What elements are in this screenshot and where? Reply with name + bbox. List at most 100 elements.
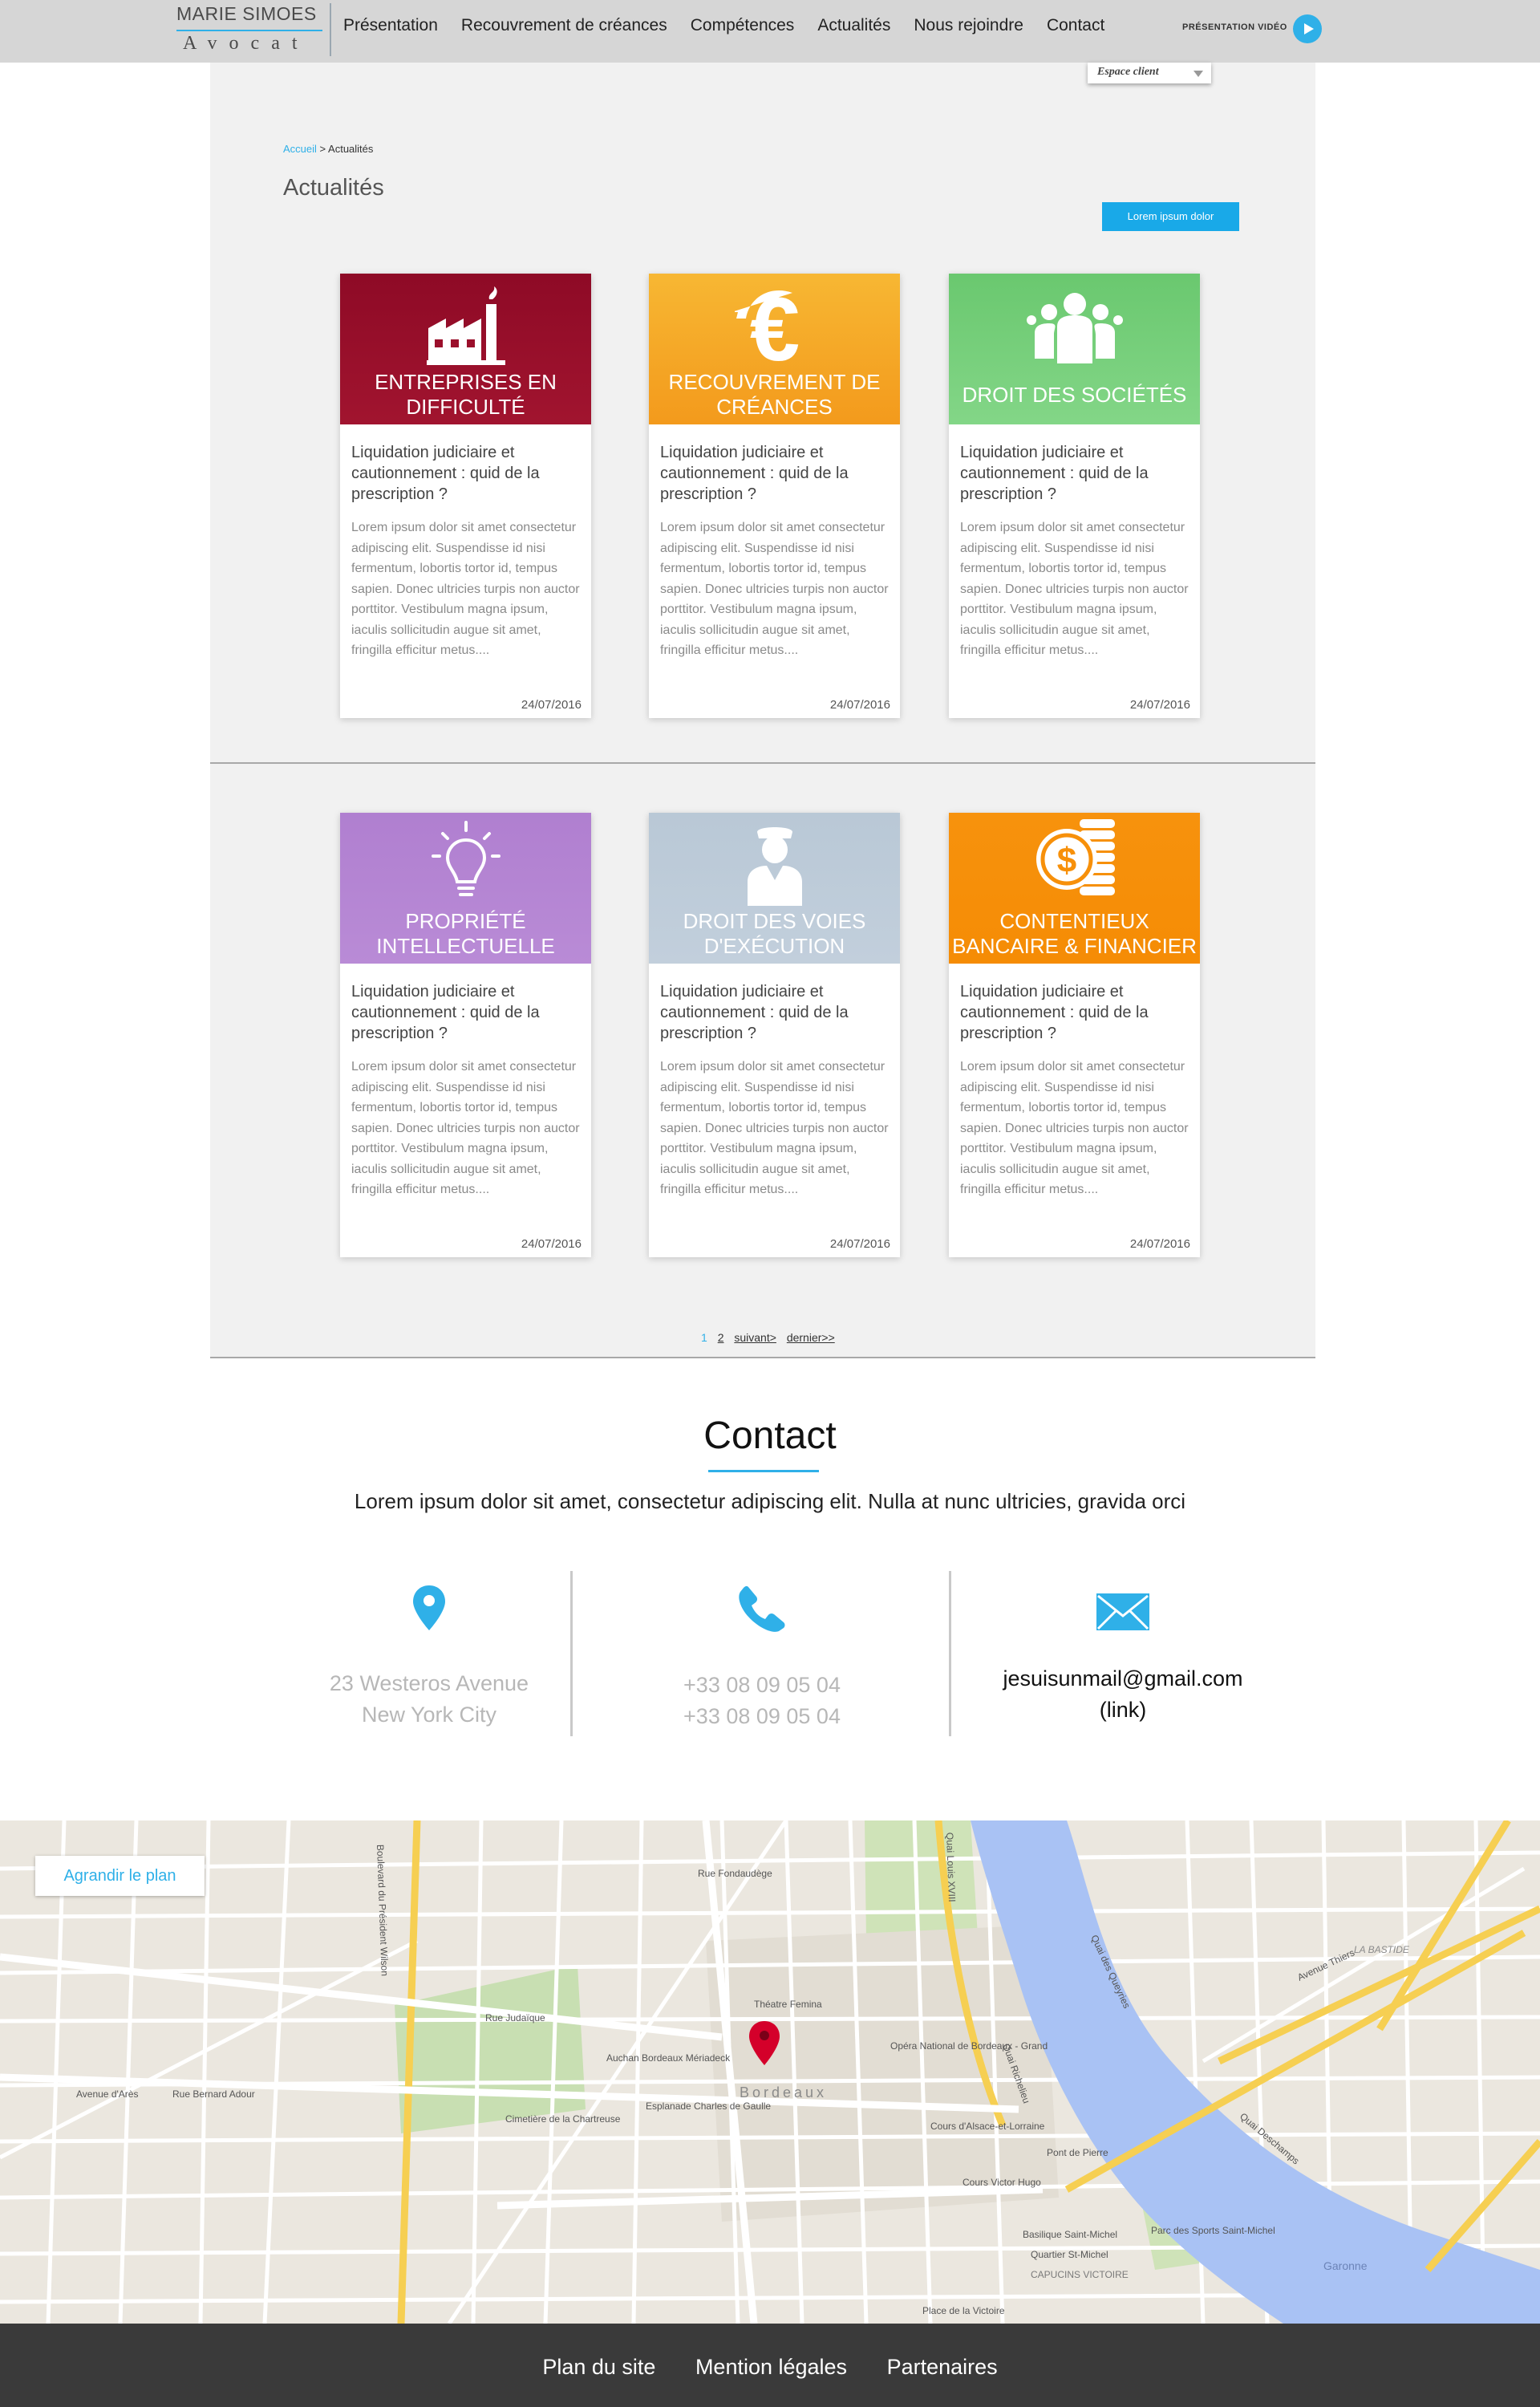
news-card[interactable]: € RECOUVREMENT DE CRÉANCES Liquidation ju…	[649, 274, 900, 718]
card-date: 24/07/2016	[521, 1237, 582, 1251]
nav-item-actualites[interactable]: Actualités	[817, 16, 890, 35]
map-label: Esplanade Charles de Gaulle	[646, 2101, 771, 2112]
news-card[interactable]: DROIT DES SOCIÉTÉS Liquidation judiciair…	[949, 274, 1200, 718]
card-excerpt: Lorem ipsum dolor sit amet consectetur a…	[351, 1060, 580, 1196]
main-nav: Présentation Recouvrement de créances Co…	[343, 16, 1128, 35]
news-card[interactable]: $ CONTENTIEUX BANCAIRE & FINANCIER Liquid…	[949, 813, 1200, 1257]
email-link[interactable]: (link)	[987, 1695, 1259, 1726]
card-title[interactable]: Liquidation judiciaire et cautionnement …	[351, 442, 580, 505]
breadcrumb-home[interactable]: Accueil	[283, 143, 317, 155]
map-label: Parc des Sports Saint-Michel	[1151, 2225, 1275, 2236]
map-label: Quartier St-Michel	[1031, 2249, 1108, 2260]
card-title[interactable]: Liquidation judiciaire et cautionnement …	[960, 442, 1189, 505]
phone-number-1[interactable]: +33 08 09 05 04	[642, 1670, 882, 1701]
breadcrumb-separator: >	[316, 143, 329, 155]
map-label: Théatre Femina	[754, 1999, 822, 2010]
footer-link-partenaires[interactable]: Partenaires	[887, 2355, 998, 2379]
map-label: Rue Fondaudège	[698, 1868, 772, 1879]
news-card[interactable]: DROIT DES VOIES D'EXÉCUTION Liquidation j…	[649, 813, 900, 1257]
card-excerpt: Lorem ipsum dolor sit amet consectetur a…	[960, 1060, 1189, 1196]
card-header: PROPRIÉTÉ INTELLECTUELLE	[340, 813, 591, 964]
breadcrumb: Accueil > Actualités	[283, 143, 373, 155]
card-category: DROIT DES SOCIÉTÉS	[962, 383, 1187, 407]
card-category: ENTREPRISES EN DIFFICULTÉ	[375, 370, 557, 419]
card-category: CONTENTIEUX BANCAIRE & FINANCIER	[952, 909, 1197, 958]
espace-client-dropdown[interactable]: Espace client	[1088, 63, 1211, 83]
map-label: Place de la Victoire	[922, 2305, 1005, 2316]
map-label: Auchan Bordeaux Mériadeck	[606, 2052, 731, 2064]
map[interactable]: Bordeaux Théatre Femina Opéra National d…	[0, 1820, 1540, 2324]
logo-name: MARIE SIMOES	[176, 3, 317, 24]
card-excerpt: Lorem ipsum dolor sit amet consectetur a…	[960, 521, 1189, 657]
card-title[interactable]: Liquidation judiciaire et cautionnement …	[960, 981, 1189, 1044]
video-presentation-link[interactable]: PRÉSENTATION VIDÉO	[1182, 22, 1287, 32]
contact-title-underline	[708, 1470, 819, 1472]
map-canvas[interactable]: Bordeaux Théatre Femina Opéra National d…	[0, 1820, 1540, 2324]
card-excerpt: Lorem ipsum dolor sit amet consectetur a…	[660, 1060, 889, 1196]
card-category: DROIT DES VOIES D'EXÉCUTION	[683, 909, 866, 958]
page-title: Actualités	[283, 175, 384, 201]
card-date: 24/07/2016	[521, 698, 582, 712]
address-line-2: New York City	[361, 1703, 497, 1727]
map-label: Rue Judaïque	[485, 2012, 545, 2023]
nav-item-nous-rejoindre[interactable]: Nous rejoindre	[914, 16, 1023, 35]
map-label: Bordeaux	[740, 2084, 827, 2101]
card-date: 24/07/2016	[1129, 698, 1190, 712]
logo[interactable]: MARIE SIMOES Avocat	[175, 3, 331, 56]
footer-link-mentions-legales[interactable]: Mention légales	[695, 2355, 847, 2379]
news-card[interactable]: PROPRIÉTÉ INTELLECTUELLE Liquidation judi…	[340, 813, 591, 1257]
play-icon[interactable]	[1293, 14, 1322, 43]
contact-tagline: Lorem ipsum dolor sit amet, consectetur …	[354, 1489, 1186, 1513]
top-navigation-bar: MARIE SIMOES Avocat Présentation Recouvr…	[0, 0, 1540, 63]
map-pin-icon	[413, 1585, 445, 1630]
contact-email: jesuisunmail@gmail.com (link)	[987, 1571, 1259, 1736]
card-category: PROPRIÉTÉ INTELLECTUELLE	[376, 909, 555, 958]
last-page-link[interactable]: dernier>>	[787, 1331, 835, 1344]
footer-links: Plan du site Mention légales Partenaires	[0, 2355, 1540, 2380]
card-title[interactable]: Liquidation judiciaire et cautionnement …	[660, 442, 889, 505]
contact-separator	[570, 1571, 573, 1736]
cta-button[interactable]: Lorem ipsum dolor	[1102, 202, 1239, 231]
pagination: 1 2 suivant> dernier>>	[701, 1331, 842, 1344]
card-title[interactable]: Liquidation judiciaire et cautionnement …	[351, 981, 580, 1044]
page-2-link[interactable]: 2	[718, 1331, 724, 1344]
map-label: CAPUCINS VICTOIRE	[1031, 2269, 1129, 2280]
card-category: RECOUVREMENT DE CRÉANCES	[668, 370, 881, 419]
logo-underline	[176, 30, 322, 31]
card-header: $ CONTENTIEUX BANCAIRE & FINANCIER	[949, 813, 1200, 964]
map-label: Cimetière de la Chartreuse	[505, 2113, 621, 2125]
enlarge-map-button[interactable]: Agrandir le plan	[35, 1856, 205, 1896]
svg-text:$: $	[1056, 841, 1076, 880]
breadcrumb-current: Actualités	[328, 143, 374, 155]
lightbulb-icon	[431, 821, 500, 896]
contact-title: Contact	[703, 1415, 837, 1457]
card-header: DROIT DES VOIES D'EXÉCUTION	[649, 813, 900, 964]
euro-icon: €	[734, 283, 800, 367]
card-date: 24/07/2016	[829, 1237, 890, 1251]
card-title[interactable]: Liquidation judiciaire et cautionnement …	[660, 981, 889, 1044]
nav-item-recouvrement[interactable]: Recouvrement de créances	[461, 16, 667, 35]
map-label: Avenue d'Arès	[76, 2088, 138, 2100]
footer-link-plan-du-site[interactable]: Plan du site	[542, 2355, 655, 2379]
nav-item-competences[interactable]: Compétences	[691, 16, 795, 35]
contact-separator	[949, 1571, 951, 1736]
news-card[interactable]: ENTREPRISES EN DIFFICULTÉ Liquidation jud…	[340, 274, 591, 718]
card-header: € RECOUVREMENT DE CRÉANCES	[649, 274, 900, 424]
nav-item-presentation[interactable]: Présentation	[343, 16, 438, 35]
map-label: Cours Victor Hugo	[962, 2177, 1041, 2188]
card-header: ENTREPRISES EN DIFFICULTÉ	[340, 274, 591, 424]
map-label: Opéra National de Bordeaux - Grand	[890, 2040, 1048, 2052]
map-label: Garonne	[1323, 2259, 1368, 2272]
phone-number-2[interactable]: +33 08 09 05 04	[642, 1701, 882, 1732]
card-excerpt: Lorem ipsum dolor sit amet consectetur a…	[351, 521, 580, 657]
next-page-link[interactable]: suivant>	[734, 1331, 776, 1344]
map-label: Cours d'Alsace-et-Lorraine	[930, 2121, 1045, 2132]
page-1-link[interactable]: 1	[701, 1331, 707, 1344]
email-address[interactable]: jesuisunmail@gmail.com	[987, 1663, 1259, 1695]
map-label: Pont de Pierre	[1047, 2147, 1108, 2158]
address-line-1: 23 Westeros Avenue	[329, 1671, 529, 1695]
nav-item-contact[interactable]: Contact	[1047, 16, 1104, 35]
card-excerpt: Lorem ipsum dolor sit amet consectetur a…	[660, 521, 889, 657]
envelope-icon	[1096, 1593, 1149, 1630]
section-divider	[210, 762, 1315, 764]
